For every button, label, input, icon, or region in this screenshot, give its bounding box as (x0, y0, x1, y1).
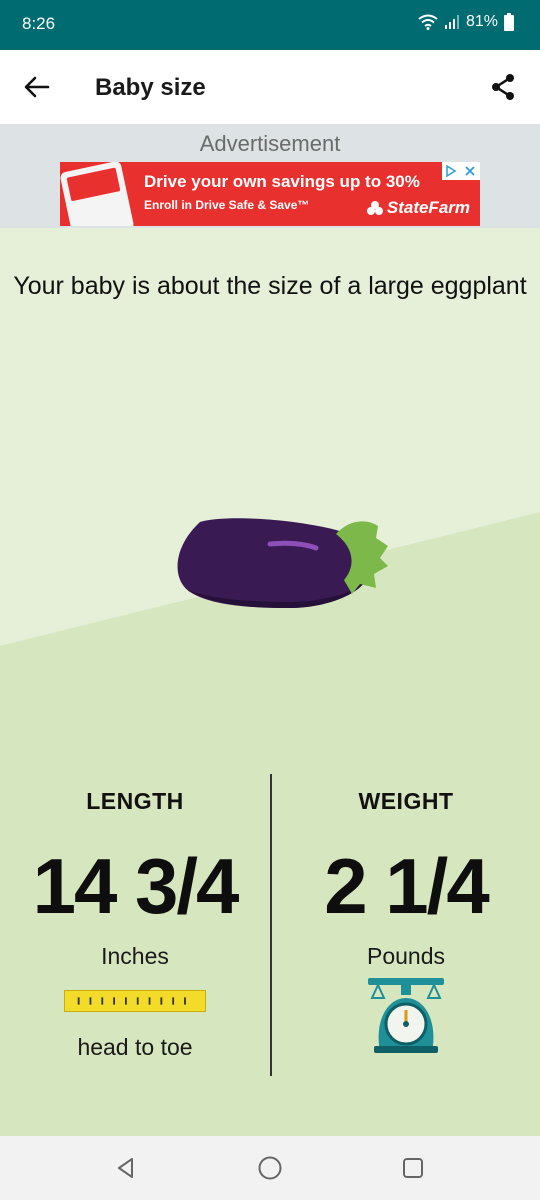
scale-icon (368, 978, 444, 1053)
page-title: Baby size (95, 74, 206, 101)
ad-label: Advertisement (199, 131, 341, 156)
ad-headline: Drive your own savings up to 30% (144, 172, 420, 191)
length-value: 14 3/4 (32, 842, 240, 930)
weight-label: WEIGHT (358, 788, 454, 814)
ad-close-button[interactable] (460, 162, 480, 180)
ad-brand: StateFarm (366, 198, 470, 218)
wifi-icon (418, 14, 438, 30)
recents-square-icon (403, 1158, 423, 1178)
length-detail: head to toe (77, 1034, 193, 1060)
ad-subline: Enroll in Drive Safe & Save™ (144, 198, 310, 212)
close-icon (465, 166, 475, 176)
nav-recents-button[interactable] (393, 1148, 433, 1188)
phone-screen (66, 167, 121, 202)
baby-size-content: Your baby is about the size of a large e… (0, 228, 540, 1136)
signal-icon (444, 15, 459, 29)
length-section: LENGTH 14 3/4 Inches (0, 788, 270, 970)
adchoices-icon (446, 165, 457, 177)
statefarm-logo-icon (366, 201, 383, 215)
size-description: Your baby is about the size of a large e… (13, 272, 527, 300)
app-bar: Baby size (0, 50, 540, 124)
system-nav-bar (0, 1136, 540, 1200)
ad-banner[interactable]: Drive your own savings up to 30% Enroll … (60, 162, 480, 226)
length-unit: Inches (101, 943, 169, 969)
status-time: 8:26 (22, 14, 56, 33)
back-button[interactable] (14, 64, 60, 110)
status-bar: 8:26 81% (0, 0, 540, 50)
weight-section: WEIGHT 2 1/4 Pounds (271, 788, 540, 970)
eggplant-icon (177, 518, 388, 608)
share-button[interactable] (480, 64, 526, 110)
battery-percent: 81% (465, 13, 498, 30)
nav-back-button[interactable] (106, 1148, 146, 1188)
nav-home-button[interactable] (250, 1148, 290, 1188)
status-icons: 81% (418, 13, 514, 31)
weight-unit: Pounds (366, 943, 445, 969)
share-icon (492, 74, 514, 100)
ad-brand-name: StateFarm (386, 198, 470, 217)
length-label: LENGTH (86, 788, 184, 814)
measuring-tape-icon (64, 990, 206, 1012)
ad-area: Advertisement Drive your own savings up … (0, 124, 540, 228)
phone-illustration (60, 162, 135, 226)
back-triangle-icon (118, 1158, 133, 1178)
arrow-left-icon (24, 76, 50, 98)
weight-value: 2 1/4 (324, 842, 489, 930)
adchoices-button[interactable] (442, 162, 460, 180)
battery-icon (504, 13, 514, 31)
home-circle-icon (258, 1156, 282, 1180)
